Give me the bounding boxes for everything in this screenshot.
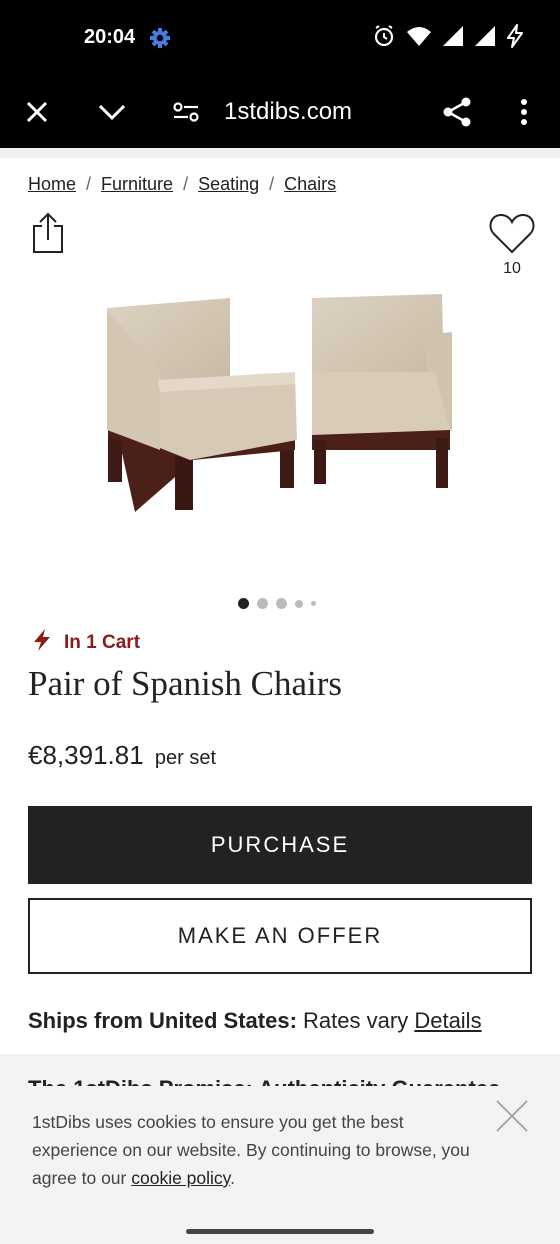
carousel-dots (238, 598, 316, 609)
shipping-value: Rates vary (303, 1008, 409, 1033)
browser-toolbar: 1stdibs.com (0, 76, 560, 148)
signal-icon (474, 25, 496, 47)
breadcrumb-separator: / (86, 174, 92, 194)
price-value: €8,391.81 (28, 740, 144, 770)
cart-status-label: In 1 Cart (64, 632, 141, 653)
left-chair (107, 298, 297, 512)
cookie-policy-link[interactable]: cookie policy (131, 1168, 230, 1188)
alarm-icon (372, 24, 396, 48)
share-icon[interactable] (433, 88, 481, 136)
site-settings-icon[interactable] (162, 88, 210, 136)
close-icon[interactable] (494, 1098, 530, 1134)
shipping-label: Ships from United States: (28, 1008, 297, 1033)
shipping-info: Ships from United States: Rates vary Det… (28, 1008, 482, 1034)
price-unit: per set (154, 747, 217, 769)
shipping-details-link[interactable]: Details (414, 1008, 481, 1033)
gear-icon (148, 26, 172, 50)
cookie-message: 1stDibs uses cookies to ensure you get t… (32, 1108, 472, 1192)
favorite-count: 10 (503, 260, 521, 277)
carousel-dot[interactable] (311, 601, 316, 606)
battery-charging-icon (506, 24, 524, 48)
share-product-icon[interactable] (28, 212, 68, 254)
breadcrumb-seating[interactable]: Seating (198, 174, 259, 195)
gesture-nav-bar (0, 1220, 560, 1244)
purchase-button[interactable]: PURCHASE (28, 806, 532, 884)
signal-icon (442, 25, 464, 47)
promise-heading: The 1stDibs Promise: Authenticity Guaran… (28, 1072, 548, 1086)
url-bar[interactable]: 1stdibs.com (224, 98, 352, 126)
price: €8,391.81 per set (28, 740, 216, 771)
carousel-dot[interactable] (257, 598, 268, 609)
breadcrumb-home[interactable]: Home (28, 174, 76, 195)
cookie-text: 1stDibs uses cookies to ensure you get t… (32, 1112, 470, 1188)
product-title: Pair of Spanish Chairs (28, 664, 343, 703)
home-handle[interactable] (186, 1229, 374, 1234)
cookie-text-end: . (230, 1168, 235, 1188)
carousel-dot[interactable] (276, 598, 287, 609)
make-offer-button[interactable]: MAKE AN OFFER (28, 898, 532, 974)
breadcrumb-separator: / (269, 174, 275, 194)
breadcrumb-chairs[interactable]: Chairs (284, 174, 336, 195)
status-bar: 20:04 (0, 0, 560, 76)
product-image[interactable] (90, 280, 470, 530)
cookie-banner: The 1stDibs Promise: Authenticity Guaran… (0, 1054, 560, 1220)
breadcrumb: Home / Furniture / Seating / Chairs (28, 174, 336, 195)
heart-icon[interactable] (488, 212, 536, 256)
chevron-down-icon[interactable] (88, 88, 136, 136)
close-icon[interactable] (13, 88, 61, 136)
right-chair (312, 294, 452, 488)
more-icon[interactable] (500, 88, 548, 136)
wifi-icon (406, 25, 432, 47)
status-time: 20:04 (84, 26, 136, 48)
breadcrumb-furniture[interactable]: Furniture (101, 174, 173, 195)
carousel-dot[interactable] (295, 599, 303, 608)
lightning-icon (32, 628, 52, 658)
breadcrumb-separator: / (183, 174, 189, 194)
page-top-divider (0, 148, 560, 158)
cart-status: In 1 Cart (32, 628, 140, 658)
carousel-dot[interactable] (238, 598, 249, 609)
